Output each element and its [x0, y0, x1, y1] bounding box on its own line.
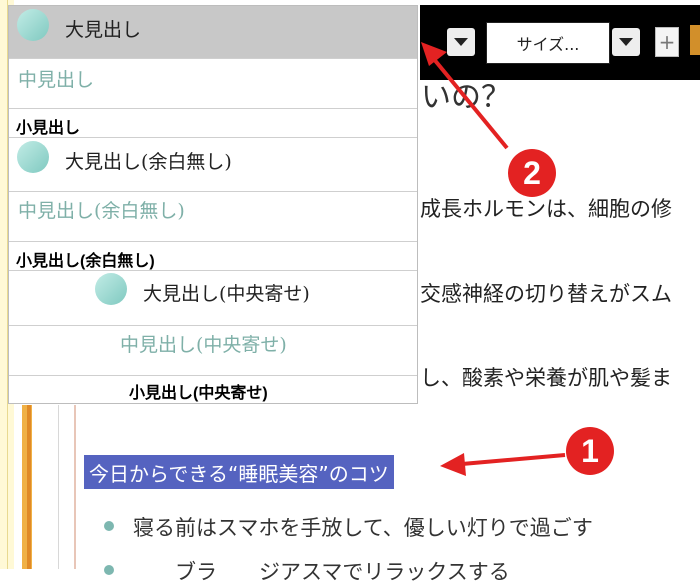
add-button[interactable]: + [655, 27, 679, 57]
chevron-down-icon [454, 38, 468, 46]
menu-item-big-heading[interactable]: 大見出し [9, 6, 417, 59]
menu-item-label: 小見出し [16, 120, 81, 137]
list-item: ブラ ジアスマでリラックスする [133, 560, 510, 584]
heading-style-menu: 大見出し 中見出し 小見出し 大見出し(余白無し) 中見出し(余白無し) 小見出… [8, 5, 418, 404]
menu-item-small-heading-no-margin[interactable]: 小見出し(余白無し) [9, 242, 417, 271]
menu-item-label: 小見出し(中央寄せ) [129, 385, 268, 402]
menu-item-label: 大見出し(中央寄せ) [143, 283, 310, 305]
menu-item-mid-heading-centered[interactable]: 中見出し(中央寄せ) [9, 326, 417, 376]
article-title-fragment: いの？ [421, 80, 511, 115]
size-dropdown-arrow[interactable] [612, 28, 640, 56]
arrow-1 [461, 453, 566, 466]
list-bullet [104, 521, 114, 531]
style-dropdown-arrow[interactable] [447, 28, 475, 56]
menu-item-big-heading-no-margin[interactable]: 大見出し(余白無し) [9, 138, 417, 192]
annotation-badge-1: 1 [566, 427, 614, 475]
paragraph-3: し、酸素や栄養が肌や髪ま [420, 366, 672, 390]
menu-item-label: 中見出し(余白無し) [18, 200, 185, 222]
menu-item-label: 小見出し(余白無し) [16, 253, 155, 270]
content-rule [74, 405, 76, 569]
toolbar-edge-button[interactable] [690, 25, 700, 55]
annotation-badge-2: 2 [508, 149, 556, 197]
plus-icon: + [658, 30, 676, 54]
selected-heading-label: 今日からできる“睡眠美容”のコツ [89, 461, 389, 486]
list-bullet [104, 565, 114, 575]
paragraph-2: 交感神経の切り替えがスム [420, 282, 672, 306]
menu-item-label: 大見出し(余白無し) [65, 151, 232, 173]
teal-circle-icon [95, 273, 127, 305]
menu-item-big-heading-centered[interactable]: 大見出し(中央寄せ) [9, 271, 417, 326]
menu-item-mid-heading[interactable]: 中見出し [9, 59, 417, 109]
menu-item-small-heading-centered[interactable]: 小見出し(中央寄せ) [9, 376, 417, 403]
teal-circle-icon [17, 9, 49, 41]
teal-circle-icon [17, 141, 49, 173]
menu-item-mid-heading-no-margin[interactable]: 中見出し(余白無し) [9, 192, 417, 242]
gutter-divider [58, 405, 59, 569]
arrow-1-head [440, 453, 466, 476]
chevron-down-icon [619, 38, 633, 46]
paragraph-1: 成長ホルモンは、細胞の修 [420, 197, 672, 221]
selected-heading-text[interactable]: 今日からできる“睡眠美容”のコツ [84, 455, 394, 489]
menu-item-label: 中見出し [18, 69, 95, 91]
menu-item-small-heading[interactable]: 小見出し [9, 109, 417, 138]
left-accent-bar-dark [27, 405, 31, 569]
menu-item-label: 中見出し(中央寄せ) [120, 334, 287, 356]
menu-item-label: 大見出し [65, 19, 142, 41]
font-size-select[interactable]: サイズ... [486, 22, 610, 64]
list-item: 寝る前はスマホを手放して、優しい灯りで過ごす [133, 516, 593, 540]
